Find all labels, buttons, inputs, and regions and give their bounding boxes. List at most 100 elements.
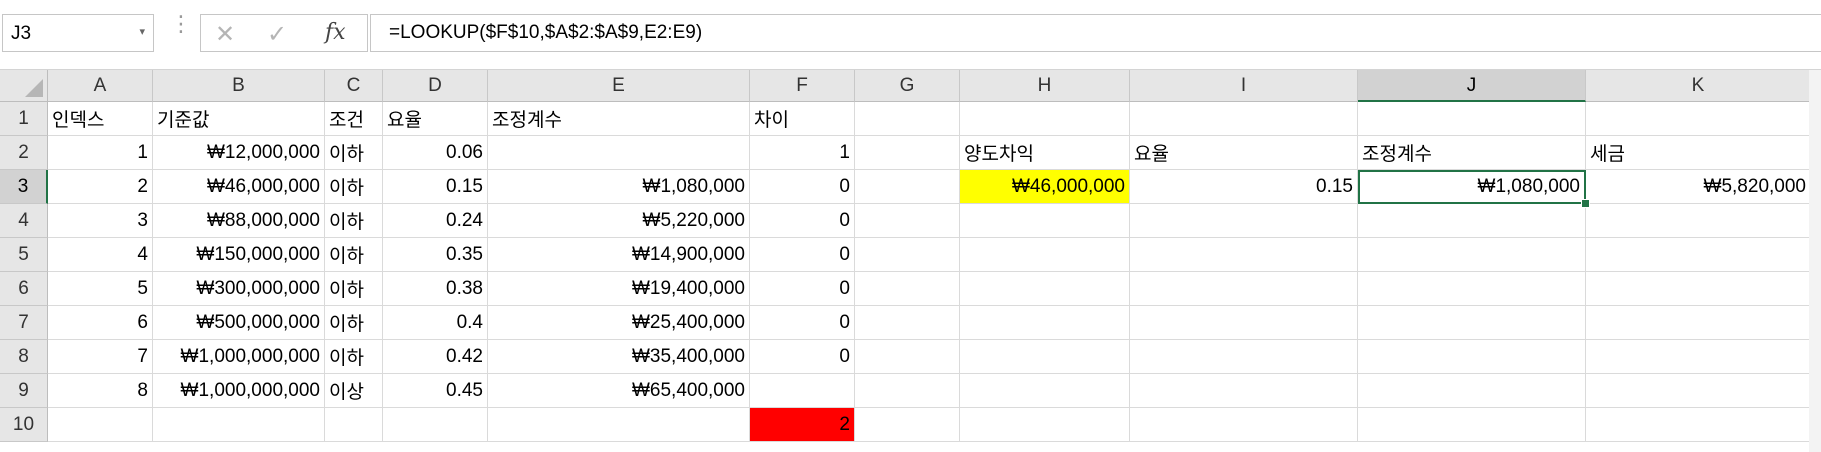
cell-d3[interactable]: 0.15 — [383, 170, 488, 204]
cell-h4[interactable] — [960, 204, 1130, 238]
cell-h2[interactable]: 양도차익 — [960, 136, 1130, 170]
insert-function-icon[interactable]: fx — [325, 20, 346, 45]
cell-g2[interactable] — [855, 136, 960, 170]
cell-j6[interactable] — [1358, 272, 1586, 306]
cell-c6[interactable]: 이하 — [325, 272, 383, 306]
select-all-button[interactable] — [0, 70, 48, 102]
column-header-g[interactable]: G — [855, 70, 960, 102]
cell-e1[interactable]: 조정계수 — [488, 102, 750, 136]
cell-i8[interactable] — [1130, 340, 1358, 374]
cell-k8[interactable] — [1586, 340, 1811, 374]
cell-h3[interactable]: ₩46,000,000 — [960, 170, 1130, 204]
cell-a3[interactable]: 2 — [48, 170, 153, 204]
cell-i9[interactable] — [1130, 374, 1358, 408]
row-header-4[interactable]: 4 — [0, 204, 48, 238]
cell-c9[interactable]: 이상 — [325, 374, 383, 408]
cell-d5[interactable]: 0.35 — [383, 238, 488, 272]
cell-g5[interactable] — [855, 238, 960, 272]
cell-g7[interactable] — [855, 306, 960, 340]
cell-j8[interactable] — [1358, 340, 1586, 374]
cell-g1[interactable] — [855, 102, 960, 136]
row-header-2[interactable]: 2 — [0, 136, 48, 170]
cell-d10[interactable] — [383, 408, 488, 442]
cell-h6[interactable] — [960, 272, 1130, 306]
fill-handle[interactable] — [1581, 199, 1590, 208]
cell-a8[interactable]: 7 — [48, 340, 153, 374]
cell-i1[interactable] — [1130, 102, 1358, 136]
cell-g3[interactable] — [855, 170, 960, 204]
row-header-7[interactable]: 7 — [0, 306, 48, 340]
cell-a5[interactable]: 4 — [48, 238, 153, 272]
cell-c1[interactable]: 조건 — [325, 102, 383, 136]
cell-j9[interactable] — [1358, 374, 1586, 408]
cell-b1[interactable]: 기준값 — [153, 102, 325, 136]
cell-d8[interactable]: 0.42 — [383, 340, 488, 374]
cell-d7[interactable]: 0.4 — [383, 306, 488, 340]
cell-g6[interactable] — [855, 272, 960, 306]
column-header-b[interactable]: B — [153, 70, 325, 102]
column-header-f[interactable]: F — [750, 70, 855, 102]
cell-j10[interactable] — [1358, 408, 1586, 442]
cell-g4[interactable] — [855, 204, 960, 238]
cell-d6[interactable]: 0.38 — [383, 272, 488, 306]
cell-c8[interactable]: 이하 — [325, 340, 383, 374]
cell-f7[interactable]: 0 — [750, 306, 855, 340]
cell-c3[interactable]: 이하 — [325, 170, 383, 204]
cell-i4[interactable] — [1130, 204, 1358, 238]
cell-b9[interactable]: ₩1,000,000,000 — [153, 374, 325, 408]
cancel-icon[interactable]: ✕ — [215, 20, 235, 48]
cell-h10[interactable] — [960, 408, 1130, 442]
cell-k1[interactable] — [1586, 102, 1811, 136]
cell-g9[interactable] — [855, 374, 960, 408]
cell-i6[interactable] — [1130, 272, 1358, 306]
cell-d9[interactable]: 0.45 — [383, 374, 488, 408]
cell-f2[interactable]: 1 — [750, 136, 855, 170]
cell-g10[interactable] — [855, 408, 960, 442]
cell-k2[interactable]: 세금 — [1586, 136, 1811, 170]
cell-f6[interactable]: 0 — [750, 272, 855, 306]
cell-f8[interactable]: 0 — [750, 340, 855, 374]
cell-a1[interactable]: 인덱스 — [48, 102, 153, 136]
cell-j3[interactable]: ₩1,080,000 — [1358, 170, 1586, 204]
row-header-10[interactable]: 10 — [0, 408, 48, 442]
cell-c5[interactable]: 이하 — [325, 238, 383, 272]
row-header-3[interactable]: 3 — [0, 170, 48, 204]
vertical-scrollbar[interactable] — [1809, 70, 1821, 452]
cell-b2[interactable]: ₩12,000,000 — [153, 136, 325, 170]
cell-e6[interactable]: ₩19,400,000 — [488, 272, 750, 306]
cell-h9[interactable] — [960, 374, 1130, 408]
cell-k5[interactable] — [1586, 238, 1811, 272]
cell-k6[interactable] — [1586, 272, 1811, 306]
cell-a2[interactable]: 1 — [48, 136, 153, 170]
cell-g8[interactable] — [855, 340, 960, 374]
cell-i5[interactable] — [1130, 238, 1358, 272]
cell-d1[interactable]: 요율 — [383, 102, 488, 136]
cell-i2[interactable]: 요율 — [1130, 136, 1358, 170]
column-header-a[interactable]: A — [48, 70, 153, 102]
formula-input[interactable]: =LOOKUP($F$10,$A$2:$A$9,E2:E9) — [370, 14, 1821, 52]
cell-j4[interactable] — [1358, 204, 1586, 238]
cell-f4[interactable]: 0 — [750, 204, 855, 238]
enter-icon[interactable]: ✓ — [267, 20, 287, 48]
cell-i3[interactable]: 0.15 — [1130, 170, 1358, 204]
cell-j1[interactable] — [1358, 102, 1586, 136]
cell-h1[interactable] — [960, 102, 1130, 136]
cell-a6[interactable]: 5 — [48, 272, 153, 306]
row-header-1[interactable]: 1 — [0, 102, 48, 136]
cell-b6[interactable]: ₩300,000,000 — [153, 272, 325, 306]
cell-f1[interactable]: 차이 — [750, 102, 855, 136]
cell-e7[interactable]: ₩25,400,000 — [488, 306, 750, 340]
cell-c7[interactable]: 이하 — [325, 306, 383, 340]
cell-e5[interactable]: ₩14,900,000 — [488, 238, 750, 272]
row-header-5[interactable]: 5 — [0, 238, 48, 272]
column-header-i[interactable]: I — [1130, 70, 1358, 102]
row-header-9[interactable]: 9 — [0, 374, 48, 408]
cell-c4[interactable]: 이하 — [325, 204, 383, 238]
cell-f10[interactable]: 2 — [750, 408, 855, 442]
column-header-e[interactable]: E — [488, 70, 750, 102]
cell-k9[interactable] — [1586, 374, 1811, 408]
cell-e4[interactable]: ₩5,220,000 — [488, 204, 750, 238]
cell-f3[interactable]: 0 — [750, 170, 855, 204]
cell-d2[interactable]: 0.06 — [383, 136, 488, 170]
cell-k10[interactable] — [1586, 408, 1811, 442]
